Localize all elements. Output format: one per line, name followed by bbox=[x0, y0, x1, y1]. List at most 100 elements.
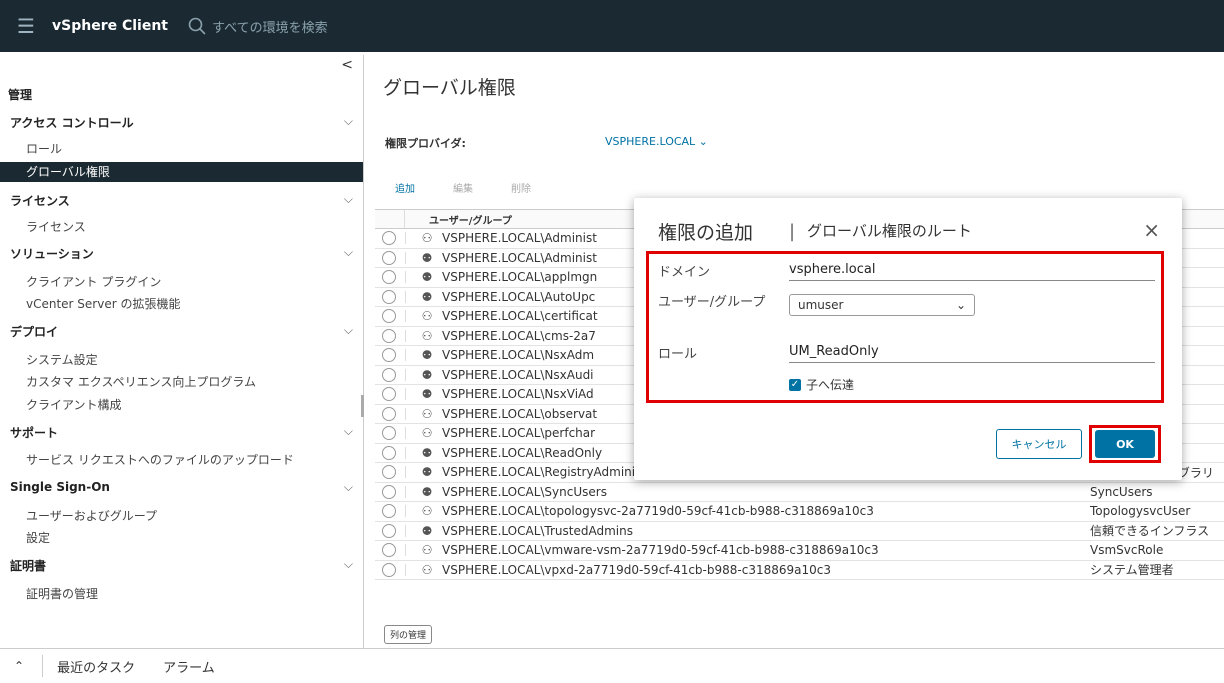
expand-panel-icon[interactable]: ⌃ bbox=[14, 659, 24, 673]
dialog-subtitle: グローバル権限のルート bbox=[807, 222, 972, 240]
sidebar-section-sso[interactable]: Single Sign-On ⌵ bbox=[10, 480, 353, 495]
app-name[interactable]: vSphere Client bbox=[52, 18, 168, 34]
cancel-button[interactable]: キャンセル bbox=[996, 429, 1082, 459]
ok-button[interactable]: OK bbox=[1095, 430, 1155, 458]
sidebar-section-solutions[interactable]: ソリューション ⌵ bbox=[10, 245, 353, 262]
row-radio[interactable] bbox=[382, 387, 396, 402]
sidebar-section-deployment[interactable]: デプロイ ⌵ bbox=[10, 323, 353, 340]
sidebar-item-sso-settings[interactable]: 設定 bbox=[26, 529, 50, 546]
sidebar-item-upload-file[interactable]: サービス リクエストへのファイルのアップロード bbox=[26, 451, 294, 468]
domain-field[interactable]: vsphere.local bbox=[789, 262, 1155, 281]
column-separator bbox=[405, 388, 406, 401]
row-user: VSPHERE.LOCAL\ReadOnly bbox=[442, 445, 603, 460]
row-role: TopologysvcUser bbox=[1090, 504, 1191, 519]
table-row[interactable]: ⚉ VSPHERE.LOCAL\TrustedAdmins 信頼できるインフラス bbox=[375, 522, 1224, 541]
row-radio[interactable] bbox=[382, 348, 396, 363]
global-search[interactable]: すべての環境を検索 bbox=[188, 17, 328, 36]
row-radio[interactable] bbox=[382, 289, 396, 304]
row-user: VSPHERE.LOCAL\applmgn bbox=[442, 270, 598, 285]
column-separator bbox=[405, 563, 406, 576]
column-header-user[interactable]: ユーザー/グループ bbox=[405, 212, 512, 227]
row-radio[interactable] bbox=[382, 250, 396, 265]
delete-button[interactable]: 削除 bbox=[511, 180, 531, 195]
sidebar-item-cert-management[interactable]: 証明書の管理 bbox=[26, 585, 98, 602]
usergroup-select[interactable]: umuser ⌄ bbox=[789, 294, 975, 316]
table-row[interactable]: ⚇ VSPHERE.LOCAL\vmware-vsm-2a7719d0-59cf-… bbox=[375, 541, 1224, 561]
section-label: アクセス コントロール bbox=[10, 116, 134, 130]
row-user: VSPHERE.LOCAL\vmware-vsm-2a7719d0-59cf-4… bbox=[442, 543, 879, 558]
recent-tasks-tab[interactable]: 最近のタスク bbox=[57, 657, 135, 676]
page-title: グローバル権限 bbox=[383, 77, 516, 99]
search-placeholder: すべての環境を検索 bbox=[212, 20, 328, 36]
provider-dropdown[interactable]: VSPHERE.LOCAL ⌄ bbox=[605, 135, 708, 148]
row-radio[interactable] bbox=[382, 504, 396, 519]
sidebar-scrollbar[interactable] bbox=[361, 395, 364, 417]
group-icon: ⚉ bbox=[421, 348, 433, 363]
user-icon: ⚇ bbox=[421, 504, 433, 519]
sidebar-item-ceip[interactable]: カスタマ エクスペリエンス向上プログラム bbox=[26, 373, 256, 390]
alarms-tab[interactable]: アラーム bbox=[163, 657, 215, 676]
close-icon[interactable]: × bbox=[1143, 218, 1160, 242]
row-radio[interactable] bbox=[382, 309, 396, 324]
edit-button[interactable]: 編集 bbox=[453, 180, 473, 195]
row-radio[interactable] bbox=[382, 406, 396, 421]
column-separator bbox=[405, 368, 406, 381]
sidebar-item-client-config[interactable]: クライアント構成 bbox=[26, 396, 122, 413]
row-radio[interactable] bbox=[382, 562, 396, 577]
row-radio[interactable] bbox=[382, 445, 396, 460]
usergroup-label: ユーザー/グループ bbox=[658, 295, 766, 310]
row-radio[interactable] bbox=[382, 328, 396, 343]
row-radio[interactable] bbox=[382, 231, 396, 246]
row-radio[interactable] bbox=[382, 543, 396, 558]
row-radio[interactable] bbox=[382, 367, 396, 382]
row-radio[interactable] bbox=[382, 465, 396, 480]
sidebar-item-users-groups[interactable]: ユーザーおよびグループ bbox=[26, 507, 157, 524]
row-user: VSPHERE.LOCAL\topologysvc-2a7719d0-59cf-… bbox=[442, 504, 874, 519]
group-icon: ⚉ bbox=[421, 465, 433, 480]
row-role: VsmSvcRole bbox=[1090, 543, 1164, 558]
collapse-sidebar-icon[interactable]: < bbox=[341, 57, 353, 73]
column-separator bbox=[405, 524, 406, 537]
hamburger-menu-icon[interactable]: ☰ bbox=[0, 0, 52, 52]
sidebar-section-support[interactable]: サポート ⌵ bbox=[10, 424, 353, 441]
row-radio[interactable] bbox=[382, 523, 396, 538]
row-radio[interactable] bbox=[382, 484, 396, 499]
domain-label: ドメイン bbox=[658, 265, 711, 280]
sidebar-section-access-control[interactable]: アクセス コントロール ⌵ bbox=[10, 114, 353, 131]
role-field[interactable]: UM_ReadOnly bbox=[789, 344, 1155, 363]
sidebar-item-system-config[interactable]: システム設定 bbox=[26, 351, 98, 368]
row-user: VSPHERE.LOCAL\Administ bbox=[442, 231, 597, 246]
row-user: VSPHERE.LOCAL\observat bbox=[442, 406, 598, 421]
ok-highlight-box: OK bbox=[1089, 425, 1161, 463]
table-row[interactable]: ⚇ VSPHERE.LOCAL\topologysvc-2a7719d0-59cf… bbox=[375, 502, 1224, 522]
column-separator bbox=[405, 544, 406, 557]
sidebar-item-vcenter-extensions[interactable]: vCenter Server の拡張機能 bbox=[26, 295, 180, 312]
column-manager-button[interactable]: 列の管理 bbox=[384, 625, 433, 644]
row-radio[interactable] bbox=[382, 426, 396, 441]
propagate-label: 子へ伝達 bbox=[806, 378, 855, 392]
chevron-down-icon: ⌵ bbox=[343, 424, 353, 438]
user-icon: ⚇ bbox=[421, 231, 433, 246]
table-row[interactable]: ⚉ VSPHERE.LOCAL\SyncUsers SyncUsers bbox=[375, 483, 1224, 502]
sidebar: < 管理 アクセス コントロール ⌵ ロール グローバル権限 ライセンス ⌵ ライセ… bbox=[0, 55, 364, 648]
section-label: ライセンス bbox=[10, 194, 70, 208]
propagate-checkbox[interactable]: ✓ 子へ伝達 bbox=[789, 376, 854, 393]
sidebar-item-licenses[interactable]: ライセンス bbox=[26, 218, 86, 235]
sidebar-item-roles[interactable]: ロール bbox=[26, 140, 62, 157]
chevron-down-icon: ⌄ bbox=[955, 298, 966, 312]
chevron-down-icon: ⌵ bbox=[343, 192, 353, 206]
add-button[interactable]: 追加 bbox=[395, 180, 415, 195]
sidebar-item-global-permissions[interactable]: グローバル権限 bbox=[0, 162, 363, 182]
sidebar-section-licensing[interactable]: ライセンス ⌵ bbox=[10, 192, 353, 209]
table-row[interactable]: ⚇ VSPHERE.LOCAL\vpxd-2a7719d0-59cf-41cb-b… bbox=[375, 561, 1224, 580]
sidebar-item-client-plugins[interactable]: クライアント プラグイン bbox=[26, 273, 161, 290]
user-icon: ⚇ bbox=[421, 543, 433, 558]
group-icon: ⚉ bbox=[421, 367, 433, 382]
sidebar-section-certificates[interactable]: 証明書 ⌵ bbox=[10, 557, 353, 574]
user-icon: ⚇ bbox=[421, 562, 433, 577]
row-role: 信頼できるインフラス bbox=[1090, 524, 1210, 539]
action-bar: 追加 編集 削除 bbox=[395, 180, 531, 195]
row-user: VSPHERE.LOCAL\NsxAdm bbox=[442, 348, 595, 363]
divider bbox=[42, 655, 44, 677]
row-radio[interactable] bbox=[382, 270, 396, 285]
